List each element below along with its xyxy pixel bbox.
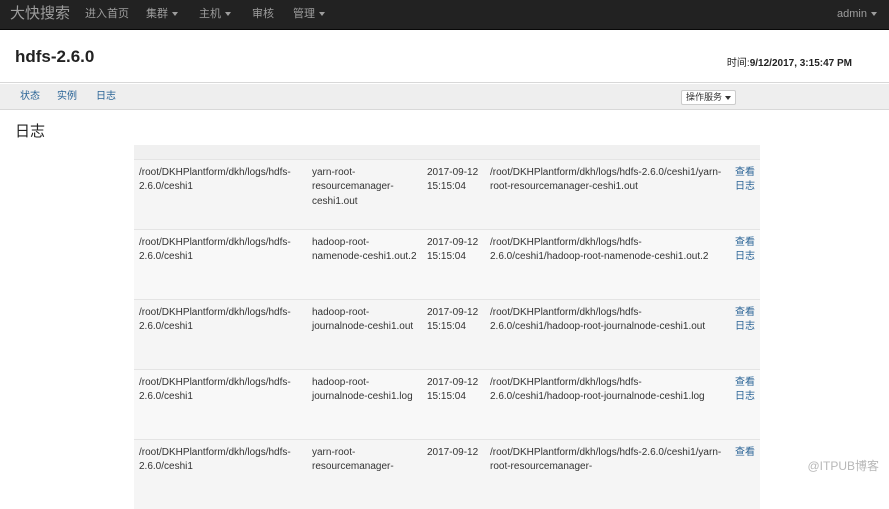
table-row: /root/DKHPlantform/dkh/logs/hdfs-2.6.0/c…: [134, 368, 760, 439]
nav-admin-label: 管理: [293, 8, 315, 20]
log-file-cell: yarn-root-resourcemanager-: [307, 438, 422, 509]
time-info: 时间:9/12/2017, 3:15:47 PM: [727, 54, 852, 69]
log-dir-cell: /root/DKHPlantform/dkh/logs/hdfs-2.6.0/c…: [134, 158, 307, 229]
section-title: 日志: [15, 123, 46, 140]
log-dir-cell: /root/DKHPlantform/dkh/logs/hdfs-2.6.0/c…: [134, 368, 307, 439]
nav-cluster-dropdown[interactable]: 集群: [146, 8, 178, 21]
table-row: /root/DKHPlantform/dkh/logs/hdfs-2.6.0/c…: [134, 228, 760, 299]
log-dir-cell: /root/DKHPlantform/dkh/logs/hdfs-2.6.0/c…: [134, 228, 307, 299]
tab-status[interactable]: 状态: [20, 91, 40, 103]
page-title: hdfs-2.6.0: [15, 47, 95, 66]
nav-home-label: 进入首页: [85, 8, 129, 20]
user-name: admin: [837, 8, 867, 20]
time-label: 时间:: [726, 58, 750, 69]
nav-cluster-label: 集群: [146, 8, 168, 20]
view-log-link[interactable]: 查看日志: [735, 307, 755, 333]
caret-down-icon: [870, 12, 877, 17]
nav-home[interactable]: 进入首页: [85, 8, 129, 21]
view-log-link[interactable]: 查看日志: [735, 237, 755, 263]
service-actions-label: 操作服务: [686, 92, 723, 102]
caret-down-icon: [225, 12, 231, 17]
table-row: /root/DKHPlantform/dkh/logs/hdfs-2.6.0/c…: [134, 298, 760, 369]
log-date-cell: 2017-09-12 15:15:04: [422, 158, 485, 229]
service-actions-button[interactable]: 操作服务: [681, 90, 737, 105]
log-date-cell: 2017-09-12 15:15:04: [422, 368, 485, 439]
log-path-cell: /root/DKHPlantform/dkh/logs/hdfs-2.6.0/c…: [485, 228, 730, 299]
log-path-cell: /root/DKHPlantform/dkh/logs/hdfs-2.6.0/c…: [485, 368, 730, 439]
nav-host-dropdown[interactable]: 主机: [199, 8, 231, 21]
nav-audit[interactable]: 审核: [252, 8, 274, 21]
log-file-cell: hadoop-root-namenode-ceshi1.out.2: [307, 228, 422, 299]
nav-audit-label: 审核: [252, 8, 274, 20]
log-date-cell: 2017-09-12: [422, 438, 485, 509]
log-file-cell: hadoop-root-journalnode-ceshi1.log: [307, 368, 422, 439]
log-path-cell: /root/DKHPlantform/dkh/logs/hdfs-2.6.0/c…: [485, 298, 730, 369]
log-date-cell: 2017-09-12 15:15:04: [422, 228, 485, 299]
log-date-cell: 2017-09-12 15:15:04: [422, 298, 485, 369]
time-value: 9/12/2017, 3:15:47 PM: [749, 58, 852, 69]
view-log-link[interactable]: 查看日志: [735, 167, 755, 193]
log-path-cell: /root/DKHPlantform/dkh/logs/hdfs-2.6.0/c…: [485, 158, 730, 229]
log-dir-cell: /root/DKHPlantform/dkh/logs/hdfs-2.6.0/c…: [134, 298, 307, 369]
nav-host-label: 主机: [199, 8, 221, 20]
view-log-link[interactable]: 查看: [735, 447, 755, 458]
sub-navbar: 状态 实例 日志 操作服务: [0, 84, 889, 110]
nav-admin-dropdown[interactable]: 管理: [293, 8, 325, 21]
caret-down-icon: [172, 12, 178, 17]
user-menu[interactable]: admin: [837, 8, 877, 21]
log-dir-cell: /root/DKHPlantform/dkh/logs/hdfs-2.6.0/c…: [134, 438, 307, 509]
view-log-link[interactable]: 查看日志: [735, 377, 755, 403]
tab-logs[interactable]: 日志: [96, 91, 116, 103]
table-row: /root/DKHPlantform/dkh/logs/hdfs-2.6.0/c…: [134, 158, 760, 229]
top-navbar: 大快搜索 进入首页 集群 主机 审核 管理 admin: [0, 0, 889, 30]
log-file-cell: yarn-root-resourcemanager-ceshi1.out: [307, 158, 422, 229]
log-table: /root/DKHPlantform/dkh/logs/hdfs-2.6.0/c…: [134, 145, 760, 509]
log-path-cell: /root/DKHPlantform/dkh/logs/hdfs-2.6.0/c…: [485, 438, 730, 509]
log-file-cell: hadoop-root-journalnode-ceshi1.out: [307, 298, 422, 369]
page-header: hdfs-2.6.0 时间:9/12/2017, 3:15:47 PM: [0, 31, 889, 83]
watermark: @ITPUB博客: [807, 459, 879, 473]
tab-instances[interactable]: 实例: [57, 91, 77, 103]
table-header-row: [134, 145, 760, 159]
brand-logo[interactable]: 大快搜索: [10, 5, 70, 23]
caret-down-icon: [725, 95, 732, 100]
caret-down-icon: [319, 12, 325, 17]
table-row: /root/DKHPlantform/dkh/logs/hdfs-2.6.0/c…: [134, 438, 760, 509]
